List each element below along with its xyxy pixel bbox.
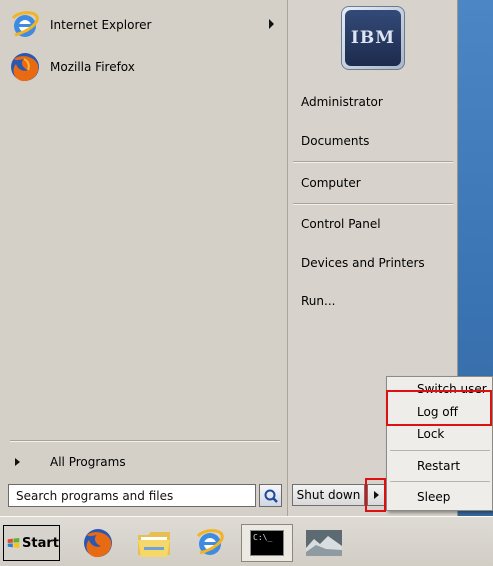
windows-logo-icon [7,537,20,549]
shut-down-button[interactable]: Shut down [292,484,365,506]
taskbar-internet-explorer[interactable] [190,524,230,562]
firefox-icon [8,50,42,84]
menu-item-run[interactable]: Run... [301,291,335,311]
submenu-arrow-icon[interactable] [269,19,274,29]
shutdown-submenu: Switch user Log off Lock Restart Sleep [386,376,493,511]
menu-item-administrator[interactable]: Administrator [301,92,383,112]
chevron-right-icon [373,491,379,499]
program-internet-explorer[interactable]: Internet Explorer [8,6,280,44]
submenu-item-sleep[interactable]: Sleep [387,486,493,508]
submenu-item-restart[interactable]: Restart [387,455,493,477]
taskbar-firefox[interactable] [78,524,118,562]
menu-item-documents[interactable]: Documents [301,131,369,151]
program-label: Internet Explorer [50,18,152,32]
submenu-divider [390,450,490,451]
folder-icon [138,532,170,557]
right-pane-divider [293,161,453,162]
ibm-logo: IBM [345,10,401,66]
search-input[interactable]: Search programs and files [8,484,256,507]
start-menu-left-pane: Internet Explorer Mozilla Firefox All Pr… [0,0,288,516]
taskbar-explorer[interactable] [134,524,174,562]
firefox-icon [84,529,112,558]
cmd-text: C:\_ [253,533,273,542]
right-pane-divider [293,203,453,204]
taskbar: Start C:\_ [0,516,493,566]
taskbar-command-prompt[interactable]: C:\_ [241,524,293,562]
shut-down-options-button[interactable] [367,484,385,506]
start-button[interactable]: Start [3,525,60,561]
ie-icon [196,529,224,555]
user-picture[interactable]: IBM [341,6,405,70]
cmd-icon: C:\_ [250,530,284,556]
submenu-item-switch-user[interactable]: Switch user [387,378,493,400]
all-programs-label: All Programs [50,455,126,469]
all-programs-button[interactable]: All Programs [8,450,280,474]
submenu-item-lock[interactable]: Lock [387,423,493,445]
taskbar-image-viewer[interactable] [304,524,344,562]
program-label: Mozilla Firefox [50,60,135,74]
expand-arrow-icon [15,458,20,466]
submenu-item-log-off[interactable]: Log off [387,401,493,423]
search-icon [264,489,278,503]
submenu-divider [390,481,490,482]
menu-item-control-panel[interactable]: Control Panel [301,214,381,234]
left-pane-divider [10,440,280,441]
program-mozilla-firefox[interactable]: Mozilla Firefox [8,48,280,86]
start-label: Start [22,535,59,551]
ie-icon [8,8,42,42]
menu-item-computer[interactable]: Computer [301,173,361,193]
image-icon [306,530,342,556]
search-button[interactable] [259,484,282,507]
menu-item-devices-printers[interactable]: Devices and Printers [301,253,425,273]
search-placeholder: Search programs and files [16,488,174,503]
